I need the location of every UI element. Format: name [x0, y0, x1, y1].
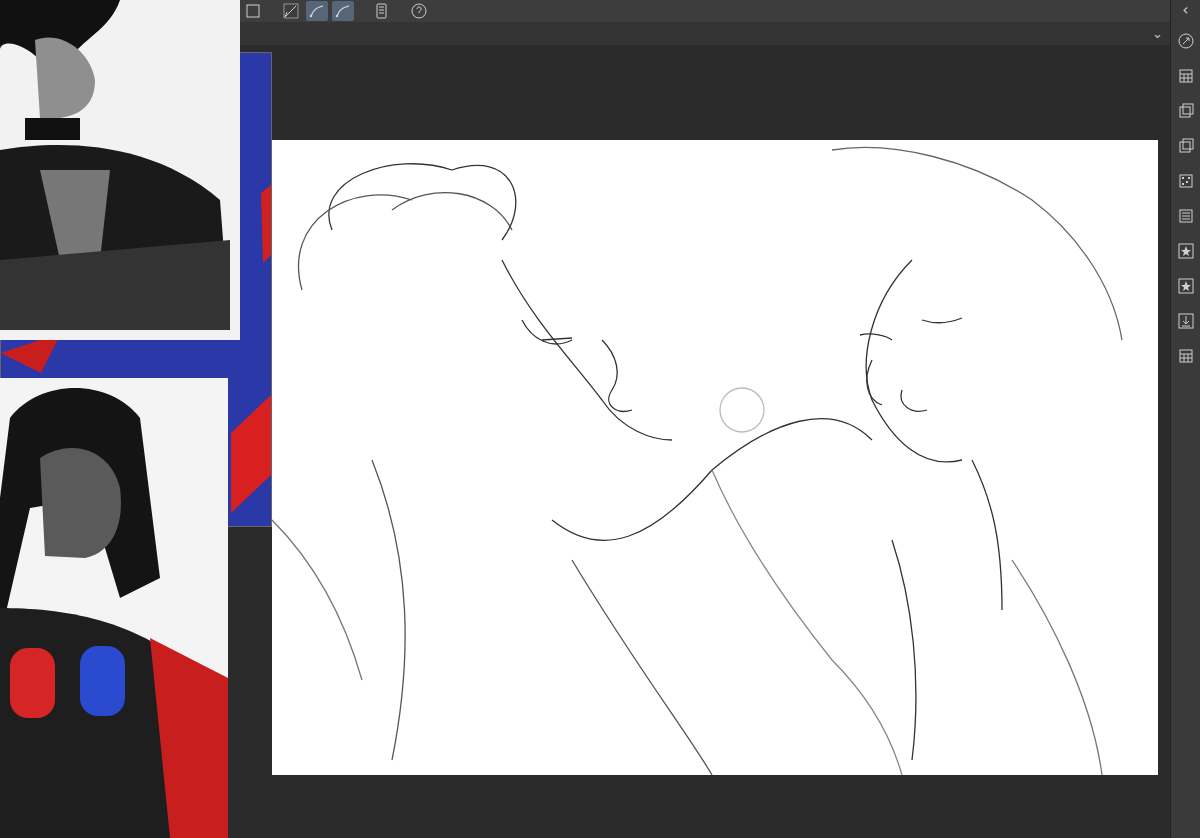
curve-icon: [308, 2, 326, 20]
palette-button[interactable]: [1175, 134, 1197, 158]
palette-button[interactable]: [1175, 309, 1197, 333]
palette-button[interactable]: [1175, 239, 1197, 263]
grid-icon: [1177, 67, 1195, 85]
layers-icon: [1177, 137, 1195, 155]
tool-button[interactable]: [280, 1, 302, 21]
palette-button[interactable]: [1175, 274, 1197, 298]
dropdown-button[interactable]: ⌄: [1149, 26, 1166, 42]
download-icon: [1177, 312, 1195, 330]
drawing-canvas[interactable]: [272, 140, 1158, 775]
star-icon: [1177, 277, 1195, 295]
tool-button[interactable]: [242, 1, 264, 21]
pattern-icon: [1177, 172, 1195, 190]
star-icon: [1177, 242, 1195, 260]
layers-icon: [1177, 102, 1195, 120]
palette-button[interactable]: [1175, 169, 1197, 193]
tool-button[interactable]: [408, 1, 430, 21]
tool-button[interactable]: [332, 1, 354, 21]
palette-button[interactable]: [1175, 64, 1197, 88]
checkbox-icon: [244, 2, 262, 20]
reference-image[interactable]: [0, 378, 228, 838]
palette-button[interactable]: [1175, 99, 1197, 123]
pen-icon: [282, 2, 300, 20]
palette-button[interactable]: [1175, 29, 1197, 53]
navigator-icon: [1177, 32, 1195, 50]
grid-icon: [1177, 347, 1195, 365]
curve-icon: [334, 2, 352, 20]
side-palette: ‹: [1170, 0, 1200, 838]
collapse-button[interactable]: ‹: [1179, 2, 1191, 18]
tool-button[interactable]: [306, 1, 328, 21]
palette-button[interactable]: [1175, 344, 1197, 368]
help-icon: [410, 2, 428, 20]
list-icon: [1177, 207, 1195, 225]
palette-button[interactable]: [1175, 204, 1197, 228]
reference-image[interactable]: [0, 0, 240, 340]
tool-button[interactable]: [370, 1, 392, 21]
phone-icon: [372, 2, 390, 20]
